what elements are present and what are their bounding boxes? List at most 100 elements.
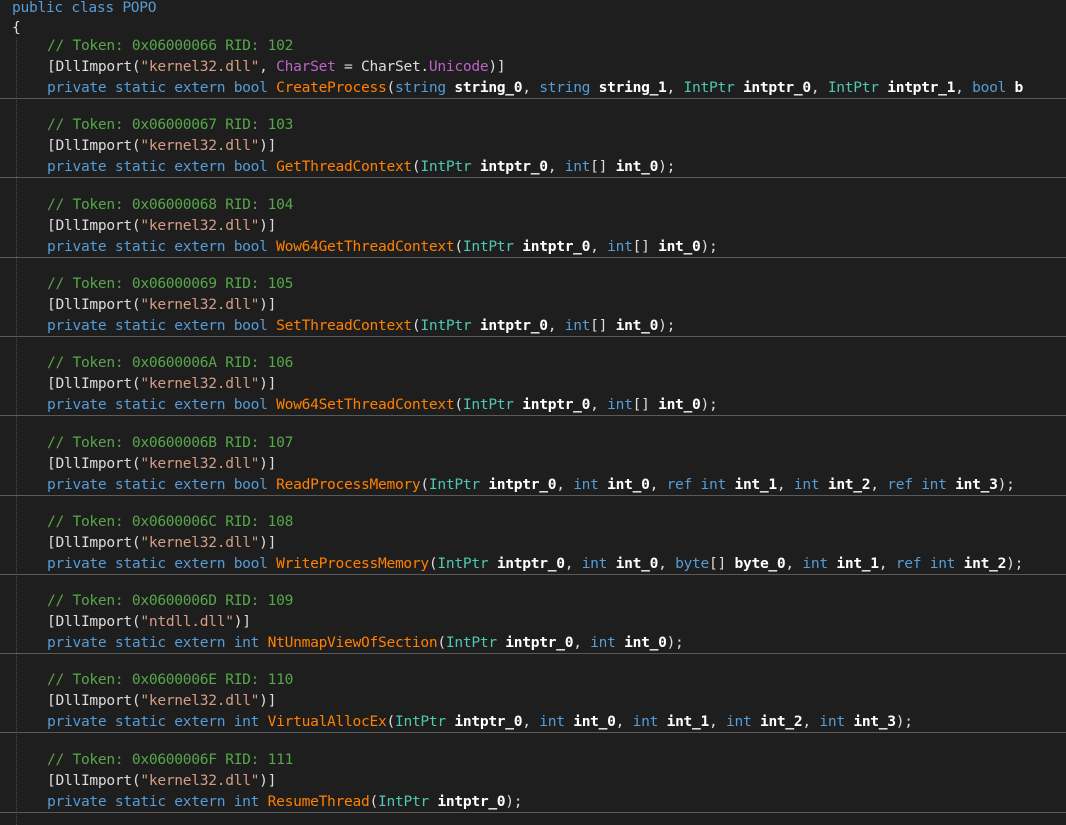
code-token: IntPtr [827, 79, 888, 96]
token-comment[interactable]: // Token: 0x06000069 RID: 105 [47, 273, 293, 294]
code-token: int [819, 713, 854, 731]
token-comment[interactable]: // Token: 0x0600006E RID: 110 [47, 669, 293, 690]
code-token: int_3 [853, 713, 896, 731]
member-separator [0, 177, 1066, 178]
code-token: "kernel32.dll" [140, 58, 260, 75]
code-token: , [649, 475, 667, 493]
code-token: intptr_0 [488, 475, 557, 493]
code-token: NtUnmapViewOfSection [267, 634, 438, 652]
token-comment[interactable]: // Token: 0x06000067 RID: 103 [47, 114, 293, 135]
token-comment[interactable]: // Token: 0x0600006A RID: 106 [47, 352, 293, 373]
code-token: int [590, 634, 625, 652]
token-comment[interactable]: // Token: 0x0600006D RID: 109 [47, 590, 293, 611]
method-signature[interactable]: private static extern bool WriteProcessM… [47, 553, 1023, 574]
code-token: int_1 [666, 713, 710, 731]
code-token: int_3 [955, 475, 998, 493]
dllimport-attribute[interactable]: [DllImport("kernel32.dll", CharSet = Cha… [47, 56, 506, 77]
dllimport-attribute[interactable]: [DllImport("kernel32.dll")] [47, 690, 276, 711]
method-signature[interactable]: private static extern bool SetThreadCont… [47, 315, 675, 336]
method-signature[interactable]: private static extern bool Wow64GetThrea… [47, 236, 718, 257]
code-token: ); [895, 713, 913, 731]
code-token: int_0 [607, 475, 650, 493]
code-token: )] [259, 295, 277, 313]
code-token: string_1 [598, 79, 667, 96]
member-separator [0, 574, 1066, 575]
method-signature[interactable]: private static extern bool ReadProcessMe… [47, 474, 1015, 495]
code-token: [DllImport( [47, 137, 141, 155]
method-signature[interactable]: private static extern bool CreateProcess… [47, 77, 1023, 98]
code-token: intptr_0 [437, 792, 506, 810]
token-comment[interactable]: // Token: 0x06000068 RID: 104 [47, 194, 293, 215]
dllimport-attribute[interactable]: [DllImport("kernel32.dll")] [47, 532, 276, 553]
dllimport-attribute[interactable]: [DllImport("ntdll.dll")] [47, 611, 251, 632]
code-token: ( [437, 634, 446, 652]
code-token: int [726, 713, 760, 731]
code-token: int_1 [836, 554, 879, 572]
dllimport-attribute[interactable]: [DllImport("kernel32.dll")] [47, 294, 276, 315]
code-token: private static extern int [47, 713, 268, 731]
code-token: , [870, 475, 888, 493]
token-comment[interactable]: // Token: 0x0600006B RID: 107 [47, 432, 293, 453]
code-token: "kernel32.dll" [140, 295, 260, 313]
code-token: ref int [895, 554, 964, 572]
code-token: )] [259, 454, 277, 472]
code-token: , [955, 79, 973, 96]
method-signature[interactable]: private static extern bool GetThreadCont… [47, 156, 675, 177]
code-token: intptr_0 [742, 79, 811, 96]
code-token: intptr_1 [887, 79, 956, 96]
code-token: ( [454, 237, 463, 255]
token-comment[interactable]: // Token: 0x06000066 RID: 102 [47, 35, 293, 56]
code-token: string [394, 79, 455, 96]
method-signature[interactable]: private static extern int VirtualAllocEx… [47, 711, 913, 732]
code-token: byte [675, 554, 710, 572]
token-comment[interactable]: // Token: 0x0600006F RID: 111 [47, 749, 293, 770]
code-token: GetThreadContext [276, 158, 412, 176]
code-token: intptr_0 [479, 158, 548, 176]
code-token: , [590, 237, 608, 255]
code-token: [DllImport( [47, 533, 141, 551]
code-token: )] [259, 375, 277, 393]
code-token: , [259, 58, 277, 75]
class-declaration[interactable]: public class POPO [12, 0, 157, 18]
code-token: ); [658, 158, 676, 176]
code-token: private static extern int [47, 792, 268, 810]
code-token: WriteProcessMemory [276, 554, 429, 572]
dllimport-attribute[interactable]: [DllImport("kernel32.dll")] [47, 373, 276, 394]
code-token: IntPtr [420, 316, 480, 334]
code-token: int_2 [827, 475, 871, 493]
code-token: b [1014, 79, 1024, 96]
code-token: , [776, 475, 794, 493]
code-token: CreateProcess [276, 79, 387, 96]
code-token: , [590, 396, 608, 414]
code-token: int [573, 475, 608, 493]
code-token: [DllImport( [47, 454, 141, 472]
code-token: = CharSet. [335, 58, 429, 75]
code-token: IntPtr [462, 396, 523, 414]
code-token: int [581, 554, 616, 572]
code-token: int [802, 554, 837, 572]
method-signature[interactable]: private static extern int NtUnmapViewOfS… [47, 632, 684, 653]
method-signature[interactable]: private static extern bool Wow64SetThrea… [47, 394, 718, 415]
code-token: private static extern bool [47, 475, 277, 493]
dllimport-attribute[interactable]: [DllImport("kernel32.dll")] [47, 215, 276, 236]
token-comment[interactable]: // Token: 0x0600006C RID: 108 [47, 511, 293, 532]
code-token: Unicode [428, 58, 489, 75]
code-token: int_0 [615, 554, 659, 572]
code-token: int_0 [658, 396, 701, 414]
code-token: private static extern bool [47, 158, 277, 176]
code-token: [DllImport( [47, 58, 141, 75]
code-token: [] [632, 396, 659, 414]
code-token: , [666, 79, 684, 96]
dllimport-attribute[interactable]: [DllImport("kernel32.dll")] [47, 453, 276, 474]
dllimport-attribute[interactable]: [DllImport("kernel32.dll")] [47, 770, 276, 791]
code-token: ref int [666, 475, 735, 493]
code-token: "kernel32.dll" [140, 375, 260, 393]
member-separator [0, 653, 1066, 654]
code-token: )] [259, 533, 277, 551]
code-editor[interactable]: public class POPO { // Token: 0x06000066… [0, 0, 1066, 825]
dllimport-attribute[interactable]: [DllImport("kernel32.dll")] [47, 135, 276, 156]
code-token: , [802, 713, 820, 731]
code-token: intptr_0 [505, 634, 574, 652]
code-token: ResumeThread [267, 792, 370, 810]
method-signature[interactable]: private static extern int ResumeThread(I… [47, 791, 523, 812]
